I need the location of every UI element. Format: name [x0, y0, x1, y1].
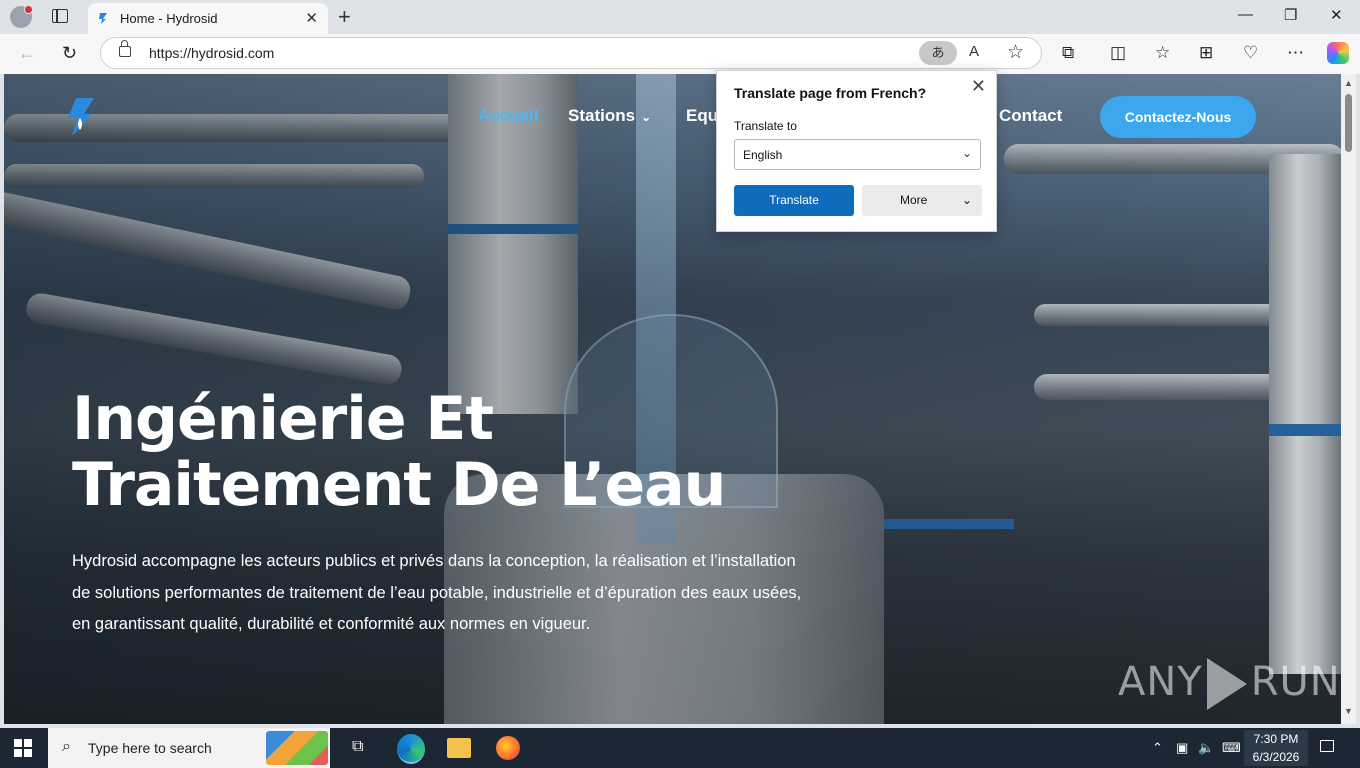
profile-avatar[interactable]	[10, 5, 33, 28]
hero-title-line-1: Ingénierie Et	[72, 384, 494, 454]
hero-description: Hydrosid accompagne les acteurs publics …	[72, 552, 802, 633]
browser-tabbar: Home - Hydrosid ✕ + — ❐ ✕	[0, 0, 1360, 34]
browser-tab-home[interactable]: Home - Hydrosid ✕	[88, 3, 328, 34]
notification-dot	[24, 5, 33, 14]
tab-title: Home - Hydrosid	[120, 11, 218, 26]
taskbar-clock[interactable]: 7:30 PM 6/3/2026	[1244, 730, 1308, 766]
hero-title-line-2: Traitement De L’eau	[72, 450, 726, 520]
scroll-down-icon[interactable]: ▼	[1344, 706, 1353, 716]
hero-title: Ingénierie Et Traitement De L’eau	[72, 386, 832, 518]
translate-popup-title: Translate page from French?	[734, 85, 927, 101]
more-button[interactable]: More ⌄	[862, 185, 982, 216]
page-scrollbar[interactable]: ▲ ▼	[1341, 74, 1356, 724]
language-select-value: English	[743, 148, 783, 162]
anyrun-watermark: ANY RUN	[1118, 658, 1341, 710]
volume-icon[interactable]: 🔈	[1198, 740, 1214, 756]
edge-browser-icon[interactable]	[397, 734, 425, 764]
nav-accueil[interactable]: Accueil	[478, 106, 538, 126]
collections-icon[interactable]: ⊞	[1199, 43, 1213, 63]
taskbar-search-placeholder: Type here to search	[88, 740, 212, 756]
clock-date: 6/3/2026	[1252, 750, 1300, 764]
clock-time: 7:30 PM	[1253, 732, 1299, 746]
firefox-icon[interactable]	[496, 736, 520, 760]
scroll-up-icon[interactable]: ▲	[1344, 78, 1353, 88]
tab-close-icon[interactable]: ✕	[305, 9, 318, 27]
webpage-hero: Accueil Stations ⌄ Equ Contact Contactez-…	[4, 74, 1341, 724]
nav-stations[interactable]: Stations ⌄	[568, 106, 651, 126]
close-icon[interactable]: ✕	[971, 76, 986, 97]
windows-start-icon[interactable]	[14, 739, 32, 757]
back-button[interactable]: ←	[18, 43, 36, 64]
hydrosid-logo[interactable]	[64, 96, 100, 138]
extensions-icon[interactable]: ⧉	[1062, 43, 1074, 63]
file-explorer-icon[interactable]	[447, 738, 471, 758]
lock-icon[interactable]	[119, 40, 131, 57]
contact-us-button[interactable]: Contactez-Nous	[1100, 96, 1256, 138]
notifications-icon[interactable]	[1320, 740, 1334, 752]
restore-button[interactable]: ❐	[1284, 6, 1297, 24]
search-highlight-image	[266, 731, 328, 765]
browser-essentials-icon[interactable]: ♡	[1243, 43, 1258, 63]
windows-taskbar: ⌕ Type here to search ⧉ ⌃ ▣ 🔈 ⌨ 7:30 PM …	[0, 728, 1360, 768]
watermark-left-text: ANY	[1118, 659, 1203, 705]
nav-contact[interactable]: Contact	[999, 106, 1062, 126]
new-tab-button[interactable]: +	[338, 4, 351, 30]
nav-stations-label: Stations	[568, 106, 636, 125]
favorite-star-icon[interactable]: ☆	[1007, 41, 1024, 64]
favorites-icon[interactable]: ☆	[1155, 43, 1170, 63]
refresh-button[interactable]: ↻	[62, 43, 77, 64]
url-text[interactable]: https://hydrosid.com	[149, 45, 274, 61]
more-button-label: More	[900, 193, 928, 207]
read-aloud-icon[interactable]: A	[969, 43, 979, 60]
split-screen-icon[interactable]: ◫	[1110, 43, 1126, 63]
chevron-down-icon: ⌄	[961, 193, 972, 207]
play-icon	[1206, 658, 1247, 710]
address-bar[interactable]: https://hydrosid.com あ A ☆	[100, 37, 1042, 69]
translate-button[interactable]: Translate	[734, 185, 854, 216]
watermark-right-text: RUN	[1250, 659, 1341, 705]
chevron-up-icon[interactable]: ⌃	[1152, 740, 1163, 756]
task-view-icon[interactable]: ⧉	[352, 738, 363, 756]
hydrosid-favicon-icon	[99, 13, 107, 24]
network-icon[interactable]: ▣	[1176, 740, 1188, 756]
browser-toolbar: ← ↻ https://hydrosid.com あ A ☆ ⧉ ◫ ☆ ⊞ ♡…	[0, 34, 1360, 74]
minimize-button[interactable]: —	[1238, 6, 1253, 23]
tab-actions-icon[interactable]	[52, 9, 68, 23]
input-language-icon[interactable]: ⌨	[1222, 740, 1241, 756]
nav-equipements[interactable]: Equ	[686, 106, 718, 126]
translate-to-label: Translate to	[734, 119, 797, 133]
scroll-thumb[interactable]	[1345, 94, 1352, 152]
search-icon: ⌕	[62, 738, 71, 755]
translate-icon[interactable]: あ	[919, 41, 957, 65]
translate-popup: Translate page from French? ✕ Translate …	[716, 70, 997, 232]
taskbar-search[interactable]: ⌕ Type here to search	[48, 728, 330, 768]
chevron-down-icon: ⌄	[641, 110, 652, 124]
settings-more-icon[interactable]: ⋯	[1287, 43, 1304, 63]
chevron-down-icon: ⌄	[961, 146, 972, 160]
close-window-button[interactable]: ✕	[1330, 6, 1343, 24]
copilot-icon[interactable]	[1327, 42, 1349, 64]
language-select[interactable]: English ⌄	[734, 139, 981, 170]
